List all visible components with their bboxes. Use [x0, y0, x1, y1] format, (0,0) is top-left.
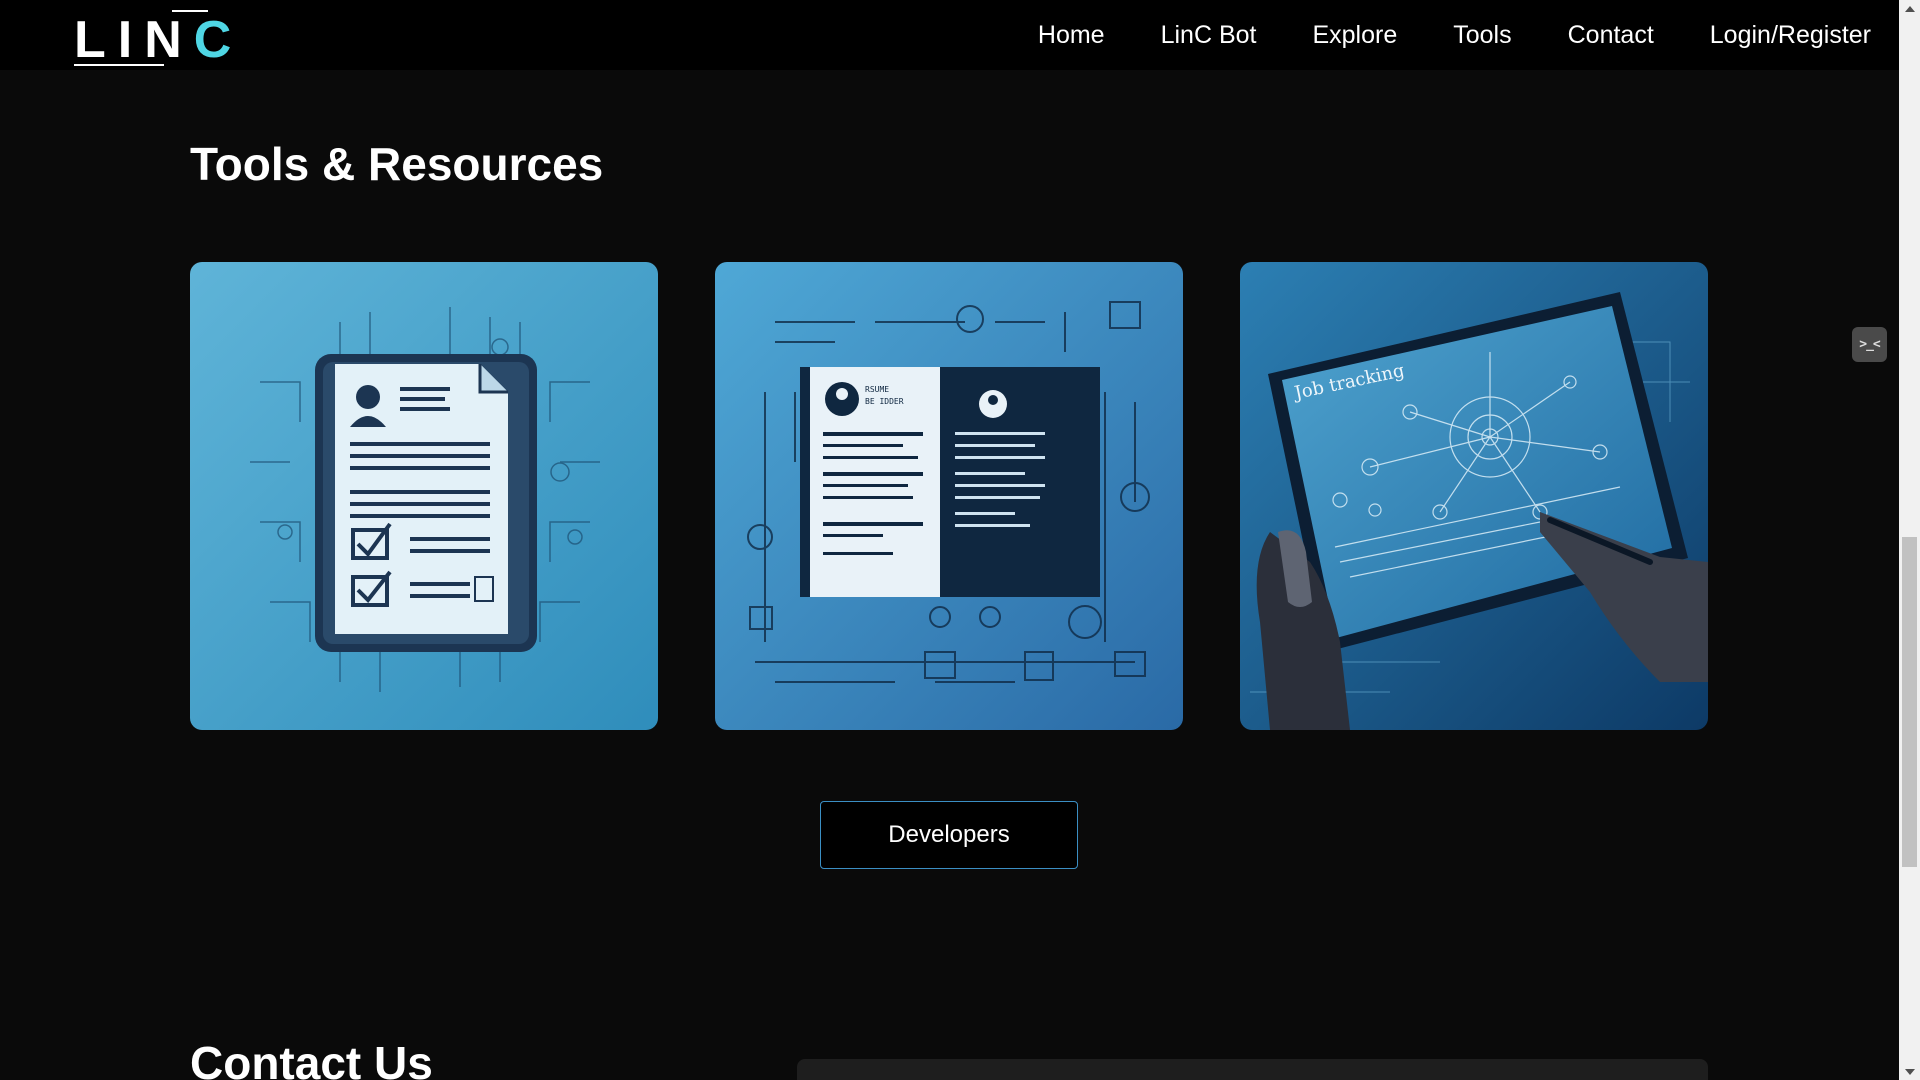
resume-builder-illustration: RSUME BE IDDER	[715, 262, 1183, 730]
contact-section-title: Contact Us	[190, 1037, 433, 1080]
contact-form-panel	[797, 1059, 1708, 1080]
tool-card-resume-checker[interactable]	[190, 262, 658, 730]
resume-builder-label-2: BE IDDER	[865, 397, 904, 406]
tool-card-job-tracking[interactable]: Job tracking	[1240, 262, 1708, 730]
navbar: LINC Home LinC Bot Explore Tools Contact…	[0, 0, 1899, 70]
code-toggle-glyph: >_<	[1859, 337, 1881, 352]
nav-contact[interactable]: Contact	[1568, 21, 1654, 50]
nav-linc-bot[interactable]: LinC Bot	[1161, 21, 1257, 50]
tool-card-resume-builder[interactable]: RSUME BE IDDER	[715, 262, 1183, 730]
resume-checklist-illustration	[190, 262, 658, 730]
nav-login-register[interactable]: Login/Register	[1710, 21, 1871, 50]
logo-underline	[74, 64, 164, 66]
logo-main: LIN	[74, 11, 194, 69]
nav-home[interactable]: Home	[1038, 21, 1105, 50]
tools-section-title: Tools & Resources	[190, 138, 604, 190]
logo[interactable]: LINC	[74, 8, 231, 66]
scroll-down-arrow-icon[interactable]	[1899, 1063, 1920, 1080]
resume-builder-label-1: RSUME	[865, 385, 889, 394]
page-scrollbar[interactable]	[1899, 0, 1920, 1080]
nav-menu: Home LinC Bot Explore Tools Contact Logi…	[1038, 0, 1871, 70]
nav-explore[interactable]: Explore	[1312, 21, 1397, 50]
job-tracking-tablet-illustration: Job tracking	[1240, 262, 1708, 730]
logo-text: LINC	[74, 14, 231, 66]
scrollbar-thumb[interactable]	[1902, 537, 1917, 867]
developers-button[interactable]: Developers	[820, 801, 1078, 869]
scroll-up-arrow-icon[interactable]	[1899, 0, 1920, 17]
code-toggle-icon[interactable]: >_<	[1852, 327, 1887, 362]
logo-accent: C	[193, 11, 232, 69]
nav-tools[interactable]: Tools	[1453, 21, 1511, 50]
